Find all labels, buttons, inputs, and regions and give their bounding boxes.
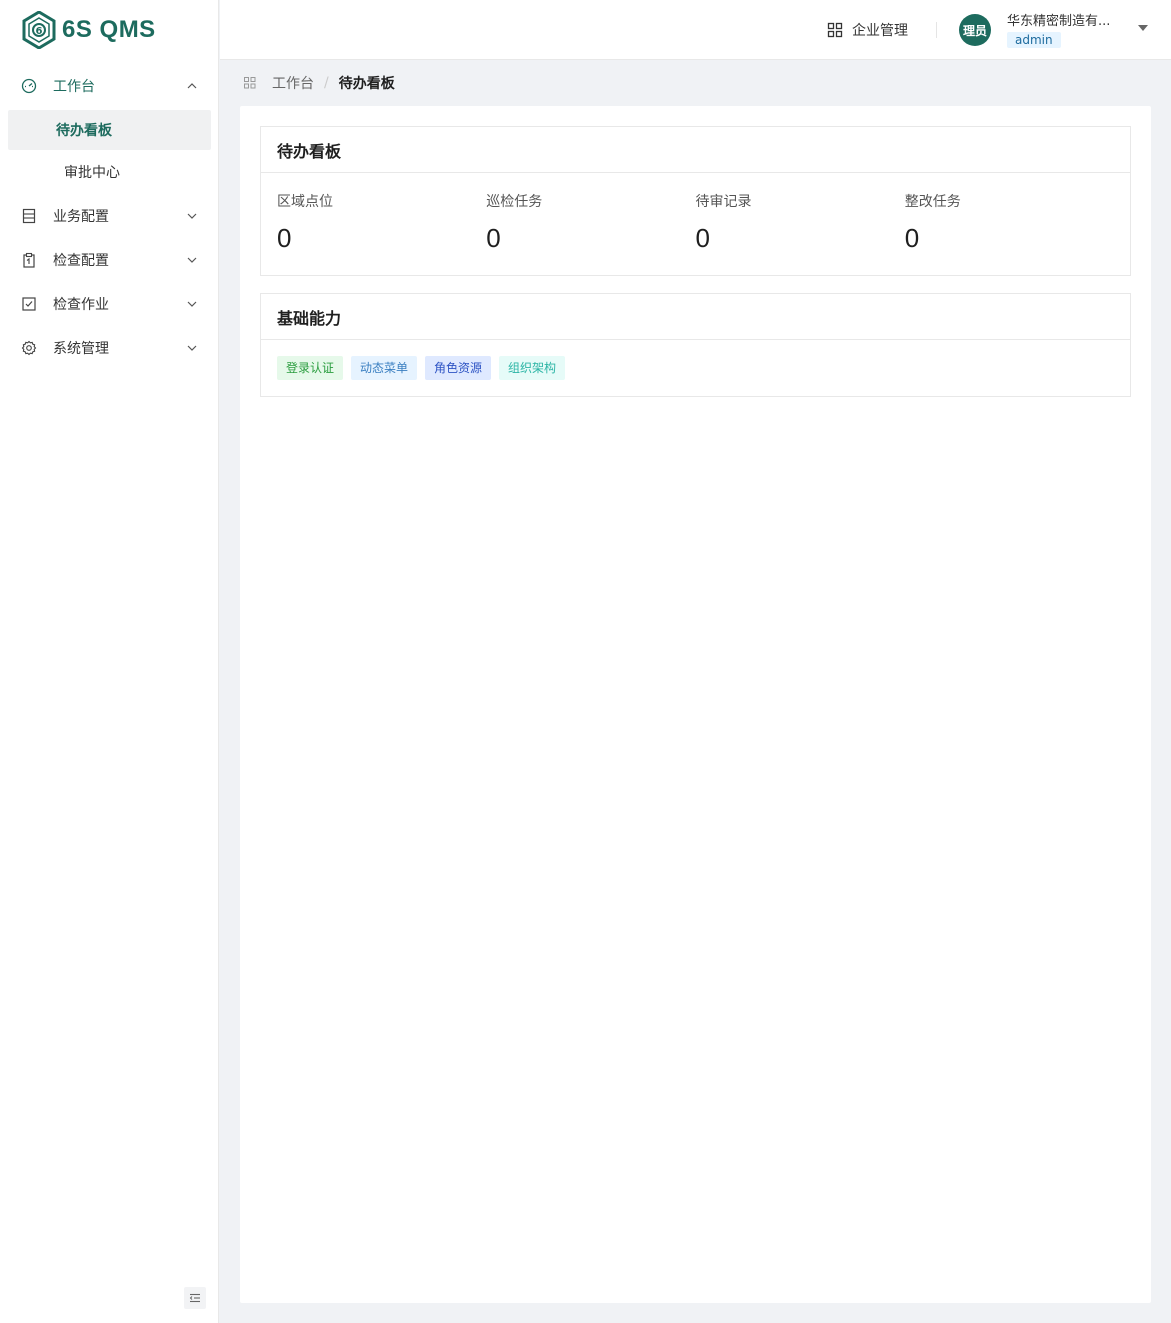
- stat-label: 整改任务: [904, 194, 961, 210]
- enterprise-management-button[interactable]: 企业管理: [827, 20, 908, 40]
- sidebar-item-label: 检查配置: [53, 253, 109, 269]
- tag-login-auth[interactable]: 登录认证: [277, 356, 344, 380]
- sidebar-subitem-approval-center[interactable]: 审批中心: [8, 152, 210, 192]
- grid-icon: [827, 22, 843, 38]
- sidebar-item-label: 检查作业: [53, 297, 109, 313]
- business-config-icon: [20, 208, 37, 225]
- collapse-menu-icon: [189, 1293, 200, 1303]
- stat-value: 0: [695, 223, 710, 253]
- tag-org-structure[interactable]: 组织架构: [499, 356, 566, 380]
- stat-patrol-tasks[interactable]: 巡检任务 0: [486, 191, 695, 275]
- breadcrumb-separator: /: [324, 75, 329, 91]
- capabilities-card: 基础能力 登录认证 动态菜单 角色资源 组织架构: [260, 293, 1131, 397]
- sidebar-subitem-todo-board[interactable]: 待办看板: [8, 110, 211, 150]
- tag-role-resource[interactable]: 角色资源: [425, 356, 492, 380]
- logo-icon: 6: [22, 11, 56, 49]
- main-content: 待办看板 区域点位 0 巡检任务 0 待审记录 0 整改任务 0 基础能力 登录…: [240, 106, 1151, 1303]
- chevron-down-icon: [186, 210, 198, 222]
- sidebar-item-inspection-config[interactable]: 检查配置: [0, 238, 218, 282]
- todo-board-title: 待办看板: [261, 127, 1130, 173]
- company-name: 华东精密制造有...: [1007, 14, 1111, 29]
- capability-tags: 登录认证 动态菜单 角色资源 组织架构: [261, 340, 1130, 396]
- top-header: 企业管理 理员 华东精密制造有... admin: [220, 0, 1171, 60]
- sidebar-collapse-button[interactable]: [184, 1287, 206, 1309]
- logo-text: 6S QMS: [62, 16, 156, 43]
- enterprise-management-label: 企业管理: [852, 23, 908, 39]
- sidebar-item-system-management[interactable]: 系统管理: [0, 326, 218, 370]
- breadcrumb-current: 待办看板: [338, 76, 395, 92]
- sidebar-item-label: 业务配置: [53, 209, 109, 225]
- breadcrumb-grid-icon: [244, 77, 256, 89]
- breadcrumb-home-link[interactable]: 工作台: [272, 73, 314, 93]
- stat-value: 0: [486, 223, 501, 253]
- checkbox-icon: [20, 296, 37, 313]
- chevron-down-icon: [186, 254, 198, 266]
- dashboard-icon: [20, 78, 37, 95]
- sidebar-item-workbench[interactable]: 工作台: [0, 64, 218, 108]
- sidebar-item-label: 工作台: [53, 79, 95, 95]
- chevron-down-icon: [186, 298, 198, 310]
- stat-value: 0: [277, 223, 292, 253]
- chevron-down-icon: [186, 342, 198, 354]
- stat-label: 待审记录: [695, 194, 752, 210]
- gear-icon: [20, 340, 37, 357]
- clipboard-icon: [20, 252, 37, 269]
- header-divider: [936, 22, 937, 38]
- capabilities-title: 基础能力: [261, 294, 1130, 340]
- user-info[interactable]: 华东精密制造有... admin: [1007, 10, 1122, 48]
- sidebar-item-label: 系统管理: [53, 341, 109, 357]
- stat-label: 区域点位: [277, 194, 333, 210]
- sidebar-item-business-config[interactable]: 业务配置: [0, 194, 218, 238]
- sidebar-item-inspection-jobs[interactable]: 检查作业: [0, 282, 218, 326]
- stat-value: 0: [904, 223, 920, 253]
- tag-dynamic-menu[interactable]: 动态菜单: [351, 356, 418, 380]
- logo[interactable]: 6 6S QMS: [0, 0, 218, 60]
- todo-board-card: 待办看板 区域点位 0 巡检任务 0 待审记录 0 整改任务 0: [260, 126, 1131, 276]
- stat-pending-records[interactable]: 待审记录 0: [696, 191, 905, 275]
- stat-label: 巡检任务: [486, 194, 543, 210]
- stat-rectification-tasks[interactable]: 整改任务 0: [905, 191, 1114, 275]
- sidebar: 6 6S QMS 工作台 待办看板 审批中心 业务配置 检查配置 检查作业 系统…: [0, 0, 219, 1323]
- role-badge: admin: [1007, 32, 1061, 48]
- breadcrumb: 工作台 / 待办看板: [244, 72, 395, 94]
- stat-area-points[interactable]: 区域点位 0: [277, 191, 486, 275]
- svg-text:6: 6: [36, 26, 43, 37]
- chevron-up-icon: [186, 80, 198, 92]
- stats-row: 区域点位 0 巡检任务 0 待审记录 0 整改任务 0: [261, 173, 1130, 275]
- avatar[interactable]: 理员: [959, 14, 991, 46]
- sidebar-menu: 工作台 待办看板 审批中心 业务配置 检查配置 检查作业 系统管理: [0, 64, 218, 370]
- user-dropdown-caret-icon[interactable]: [1138, 25, 1148, 31]
